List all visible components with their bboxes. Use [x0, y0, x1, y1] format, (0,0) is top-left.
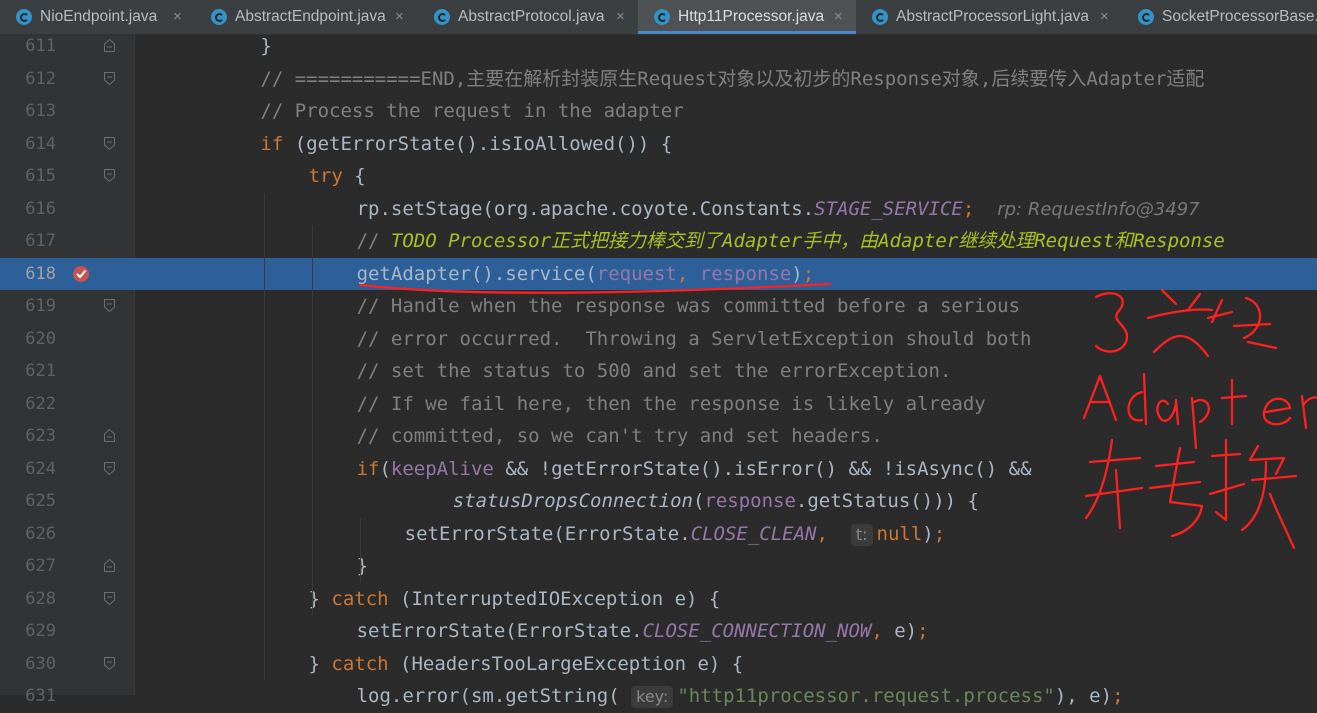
- handwritten-annotation: [358, 282, 1317, 550]
